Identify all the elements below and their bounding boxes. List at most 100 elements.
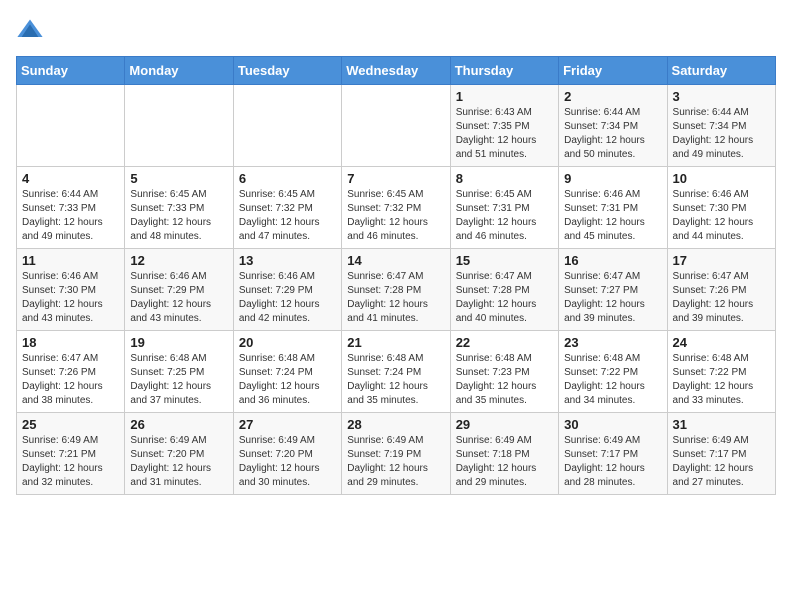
calendar-week-row: 11Sunrise: 6:46 AM Sunset: 7:30 PM Dayli… [17, 249, 776, 331]
cell-info: Sunrise: 6:45 AM Sunset: 7:31 PM Dayligh… [456, 188, 553, 244]
cell-info: Sunrise: 6:47 AM Sunset: 7:28 PM Dayligh… [456, 270, 553, 326]
calendar-cell: 14 Sunrise: 6:47 AM Sunset: 7:28 PM Dayli… [342, 249, 450, 331]
calendar-cell: 22Sunrise: 6:48 AM Sunset: 7:23 PM Dayli… [450, 331, 558, 413]
cell-info: Sunrise: 6:49 AM Sunset: 7:21 PM Dayligh… [22, 434, 119, 490]
cell-info: Sunrise: 6:45 AM Sunset: 7:32 PM Dayligh… [239, 188, 336, 244]
calendar-cell: 25 Sunrise: 6:49 AM Sunset: 7:21 PM Dayli… [17, 413, 125, 495]
day-number: 29 [456, 417, 553, 432]
cell-info: Sunrise: 6:47 AM Sunset: 7:26 PM Dayligh… [22, 352, 119, 408]
cell-info: Sunrise: 6:45 AM Sunset: 7:32 PM Dayligh… [347, 188, 444, 244]
calendar-cell: 8 Sunrise: 6:45 AM Sunset: 7:31 PM Daylig… [450, 167, 558, 249]
calendar-cell: 11Sunrise: 6:46 AM Sunset: 7:30 PM Dayli… [17, 249, 125, 331]
day-number: 1 [456, 89, 553, 104]
calendar-cell [233, 85, 341, 167]
calendar-cell: 16 Sunrise: 6:47 AM Sunset: 7:27 PM Dayli… [559, 249, 667, 331]
cell-info: Sunrise: 6:46 AM Sunset: 7:29 PM Dayligh… [130, 270, 227, 326]
cell-info: Sunrise: 6:44 AM Sunset: 7:34 PM Dayligh… [564, 106, 661, 162]
calendar-cell [342, 85, 450, 167]
cell-info: Sunrise: 6:48 AM Sunset: 7:22 PM Dayligh… [564, 352, 661, 408]
calendar-cell: 2Sunrise: 6:44 AM Sunset: 7:34 PM Daylig… [559, 85, 667, 167]
calendar-cell: 17Sunrise: 6:47 AM Sunset: 7:26 PM Dayli… [667, 249, 775, 331]
cell-info: Sunrise: 6:48 AM Sunset: 7:24 PM Dayligh… [239, 352, 336, 408]
calendar-cell: 23 Sunrise: 6:48 AM Sunset: 7:22 PM Dayli… [559, 331, 667, 413]
day-number: 8 [456, 171, 553, 186]
calendar-cell: 27 Sunrise: 6:49 AM Sunset: 7:20 PM Dayli… [233, 413, 341, 495]
calendar-cell: 30 Sunrise: 6:49 AM Sunset: 7:17 PM Dayli… [559, 413, 667, 495]
day-number: 7 [347, 171, 444, 186]
calendar-cell: 21 Sunrise: 6:48 AM Sunset: 7:24 PM Dayli… [342, 331, 450, 413]
calendar-cell: 4 Sunrise: 6:44 AM Sunset: 7:33 PM Daylig… [17, 167, 125, 249]
calendar-cell: 7 Sunrise: 6:45 AM Sunset: 7:32 PM Daylig… [342, 167, 450, 249]
day-header-sunday: Sunday [17, 57, 125, 85]
day-number: 23 [564, 335, 661, 350]
day-number: 25 [22, 417, 119, 432]
day-number: 24 [673, 335, 770, 350]
cell-info: Sunrise: 6:49 AM Sunset: 7:19 PM Dayligh… [347, 434, 444, 490]
day-header-tuesday: Tuesday [233, 57, 341, 85]
day-number: 6 [239, 171, 336, 186]
calendar-cell: 19 Sunrise: 6:48 AM Sunset: 7:25 PM Dayli… [125, 331, 233, 413]
cell-info: Sunrise: 6:49 AM Sunset: 7:17 PM Dayligh… [564, 434, 661, 490]
day-number: 9 [564, 171, 661, 186]
cell-info: Sunrise: 6:46 AM Sunset: 7:29 PM Dayligh… [239, 270, 336, 326]
calendar-cell: 20 Sunrise: 6:48 AM Sunset: 7:24 PM Dayli… [233, 331, 341, 413]
calendar-cell: 26 Sunrise: 6:49 AM Sunset: 7:20 PM Dayli… [125, 413, 233, 495]
cell-info: Sunrise: 6:49 AM Sunset: 7:20 PM Dayligh… [130, 434, 227, 490]
calendar-cell: 9 Sunrise: 6:46 AM Sunset: 7:31 PM Daylig… [559, 167, 667, 249]
day-header-wednesday: Wednesday [342, 57, 450, 85]
cell-info: Sunrise: 6:48 AM Sunset: 7:22 PM Dayligh… [673, 352, 770, 408]
cell-info: Sunrise: 6:48 AM Sunset: 7:25 PM Dayligh… [130, 352, 227, 408]
calendar-table: SundayMondayTuesdayWednesdayThursdayFrid… [16, 56, 776, 495]
day-number: 14 [347, 253, 444, 268]
day-number: 15 [456, 253, 553, 268]
cell-info: Sunrise: 6:43 AM Sunset: 7:35 PM Dayligh… [456, 106, 553, 162]
calendar-cell: 15 Sunrise: 6:47 AM Sunset: 7:28 PM Dayli… [450, 249, 558, 331]
calendar-cell: 3Sunrise: 6:44 AM Sunset: 7:34 PM Daylig… [667, 85, 775, 167]
calendar-cell: 13Sunrise: 6:46 AM Sunset: 7:29 PM Dayli… [233, 249, 341, 331]
day-header-saturday: Saturday [667, 57, 775, 85]
cell-info: Sunrise: 6:48 AM Sunset: 7:24 PM Dayligh… [347, 352, 444, 408]
cell-info: Sunrise: 6:49 AM Sunset: 7:17 PM Dayligh… [673, 434, 770, 490]
day-number: 27 [239, 417, 336, 432]
calendar-week-row: 1 Sunrise: 6:43 AM Sunset: 7:35 PM Daylig… [17, 85, 776, 167]
cell-info: Sunrise: 6:47 AM Sunset: 7:27 PM Dayligh… [564, 270, 661, 326]
cell-info: Sunrise: 6:47 AM Sunset: 7:28 PM Dayligh… [347, 270, 444, 326]
day-number: 21 [347, 335, 444, 350]
logo-icon [16, 16, 44, 44]
day-number: 4 [22, 171, 119, 186]
day-number: 30 [564, 417, 661, 432]
page-header [16, 16, 776, 44]
calendar-cell: 28 Sunrise: 6:49 AM Sunset: 7:19 PM Dayli… [342, 413, 450, 495]
calendar-cell [125, 85, 233, 167]
calendar-body: 1 Sunrise: 6:43 AM Sunset: 7:35 PM Daylig… [17, 85, 776, 495]
cell-info: Sunrise: 6:44 AM Sunset: 7:33 PM Dayligh… [22, 188, 119, 244]
day-number: 5 [130, 171, 227, 186]
cell-info: Sunrise: 6:46 AM Sunset: 7:30 PM Dayligh… [673, 188, 770, 244]
cell-info: Sunrise: 6:49 AM Sunset: 7:20 PM Dayligh… [239, 434, 336, 490]
day-number: 11 [22, 253, 119, 268]
calendar-cell [17, 85, 125, 167]
calendar-week-row: 4 Sunrise: 6:44 AM Sunset: 7:33 PM Daylig… [17, 167, 776, 249]
day-number: 28 [347, 417, 444, 432]
cell-info: Sunrise: 6:45 AM Sunset: 7:33 PM Dayligh… [130, 188, 227, 244]
day-number: 26 [130, 417, 227, 432]
day-number: 19 [130, 335, 227, 350]
calendar-cell: 1 Sunrise: 6:43 AM Sunset: 7:35 PM Daylig… [450, 85, 558, 167]
day-number: 20 [239, 335, 336, 350]
cell-info: Sunrise: 6:46 AM Sunset: 7:31 PM Dayligh… [564, 188, 661, 244]
calendar-cell: 24 Sunrise: 6:48 AM Sunset: 7:22 PM Dayli… [667, 331, 775, 413]
cell-info: Sunrise: 6:44 AM Sunset: 7:34 PM Dayligh… [673, 106, 770, 162]
logo [16, 16, 48, 44]
calendar-week-row: 18 Sunrise: 6:47 AM Sunset: 7:26 PM Dayli… [17, 331, 776, 413]
calendar-header-row: SundayMondayTuesdayWednesdayThursdayFrid… [17, 57, 776, 85]
calendar-cell: 18 Sunrise: 6:47 AM Sunset: 7:26 PM Dayli… [17, 331, 125, 413]
day-number: 10 [673, 171, 770, 186]
day-number: 22 [456, 335, 553, 350]
calendar-cell: 10 Sunrise: 6:46 AM Sunset: 7:30 PM Dayli… [667, 167, 775, 249]
day-header-friday: Friday [559, 57, 667, 85]
calendar-week-row: 25 Sunrise: 6:49 AM Sunset: 7:21 PM Dayli… [17, 413, 776, 495]
day-number: 31 [673, 417, 770, 432]
day-number: 18 [22, 335, 119, 350]
day-number: 16 [564, 253, 661, 268]
day-number: 12 [130, 253, 227, 268]
